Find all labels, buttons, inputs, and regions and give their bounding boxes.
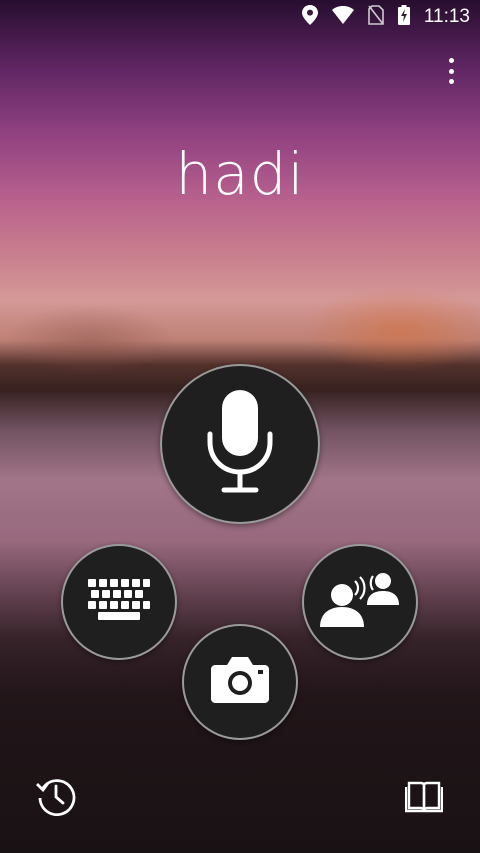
history-icon (36, 776, 76, 820)
more-vert-icon[interactable] (436, 58, 466, 84)
voice-input-button[interactable] (160, 364, 320, 524)
microphone-icon (206, 390, 274, 498)
conversation-icon (320, 571, 400, 633)
no-sim-icon (368, 4, 384, 29)
camera-icon (211, 657, 269, 707)
location-icon (301, 4, 318, 29)
recognized-text: hadi (175, 140, 305, 208)
status-bar: 11:13 (0, 0, 480, 33)
book-icon (404, 779, 444, 817)
camera-input-button[interactable] (182, 624, 298, 740)
status-time: 11:13 (423, 5, 470, 27)
phrasebook-button[interactable] (402, 776, 446, 820)
keyboard-icon (88, 579, 150, 625)
wifi-icon (331, 5, 354, 28)
conversation-button[interactable] (302, 544, 418, 660)
keyboard-input-button[interactable] (61, 544, 177, 660)
battery-charging-icon (397, 4, 410, 29)
history-button[interactable] (34, 776, 78, 820)
